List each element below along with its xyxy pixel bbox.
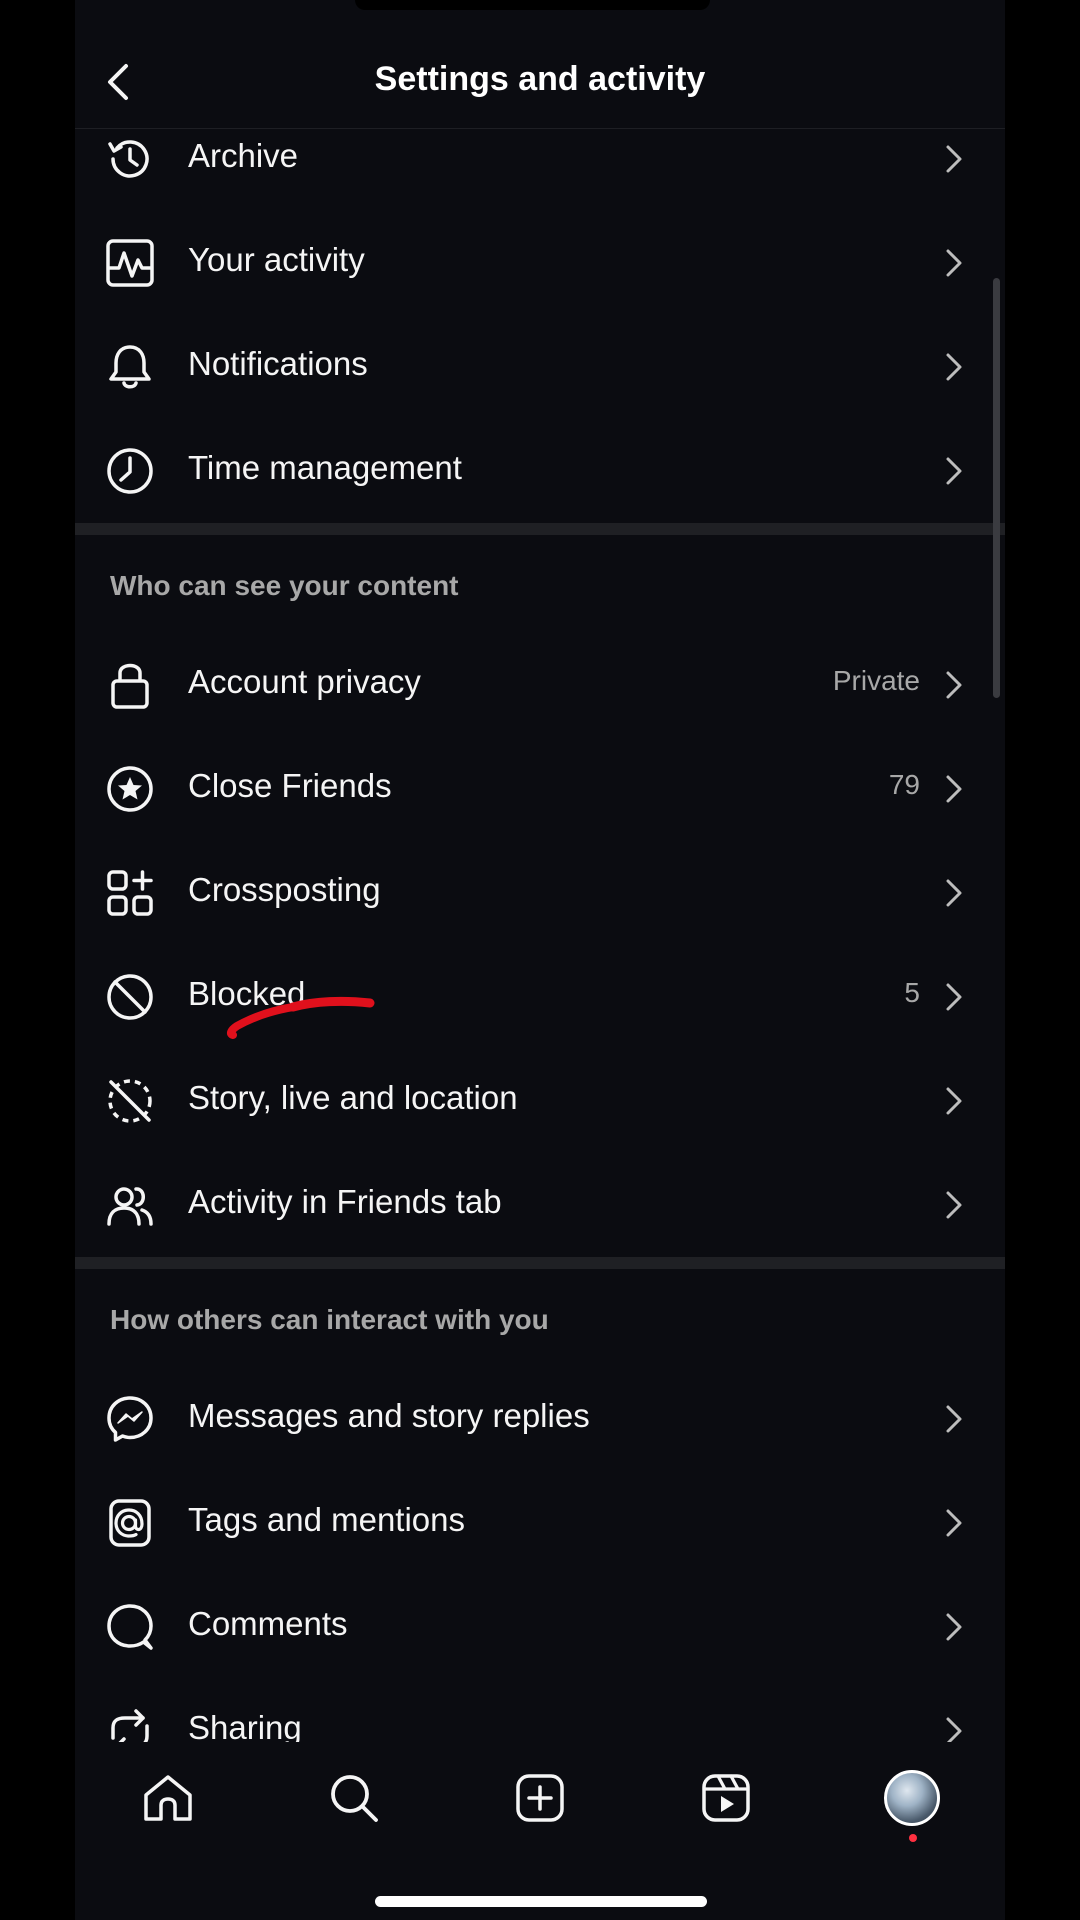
row-story-live-location[interactable]: Story, live and location — [75, 1049, 1005, 1153]
tab-reels[interactable] — [696, 1768, 756, 1828]
chevron-right-icon — [946, 457, 962, 485]
crosspost-icon — [105, 868, 155, 918]
row-label: Messages and story replies — [188, 1397, 590, 1434]
chevron-right-icon — [946, 671, 962, 699]
phone-screen: Settings and activity Archive Your activ… — [75, 0, 1005, 1920]
chevron-right-icon — [946, 1405, 962, 1433]
row-label: Time management — [188, 449, 462, 486]
row-label: Your activity — [188, 241, 365, 278]
row-label: Comments — [188, 1605, 348, 1642]
row-label: Notifications — [188, 345, 368, 382]
blocked-icon — [105, 972, 155, 1022]
chevron-right-icon — [946, 1509, 962, 1537]
chevron-right-icon — [946, 1191, 962, 1219]
row-your-activity[interactable]: Your activity — [75, 211, 1005, 315]
chevron-right-icon — [946, 1613, 962, 1641]
page-title: Settings and activity — [374, 60, 706, 98]
row-label: Story, live and location — [188, 1079, 518, 1116]
chevron-right-icon — [946, 145, 962, 173]
row-blocked[interactable]: Blocked 5 — [75, 945, 1005, 1049]
notification-dot — [909, 1834, 917, 1842]
section-divider — [75, 1257, 1005, 1269]
row-value: 79 — [888, 769, 920, 800]
tab-profile[interactable] — [882, 1768, 942, 1828]
device-notch — [355, 0, 710, 10]
chevron-right-icon — [946, 983, 962, 1011]
row-tags-mentions[interactable]: Tags and mentions — [75, 1471, 1005, 1575]
chevron-right-icon — [946, 249, 962, 277]
lock-icon — [105, 660, 155, 710]
at-icon — [105, 1498, 155, 1548]
avatar — [884, 1770, 940, 1826]
scrollbar[interactable] — [993, 278, 1000, 698]
row-label: Archive — [188, 137, 299, 174]
activity-icon — [105, 238, 155, 288]
bell-icon — [105, 342, 155, 392]
row-messages-story-replies[interactable]: Messages and story replies — [75, 1367, 1005, 1471]
story-off-icon — [105, 1076, 155, 1126]
reels-icon — [702, 1774, 750, 1822]
chevron-right-icon — [946, 775, 962, 803]
search-icon — [331, 1775, 378, 1822]
tab-home[interactable] — [138, 1768, 198, 1828]
friends-icon — [105, 1180, 155, 1230]
tab-create[interactable] — [510, 1768, 570, 1828]
row-value: 5 — [904, 977, 920, 1008]
row-label: Close Friends — [188, 767, 392, 804]
row-activity-friends-tab[interactable]: Activity in Friends tab — [75, 1153, 1005, 1257]
home-icon — [144, 1775, 192, 1821]
section-title: Who can see your content — [110, 570, 459, 601]
row-account-privacy[interactable]: Account privacy Private — [75, 633, 1005, 737]
home-indicator[interactable] — [375, 1896, 707, 1907]
star-circle-icon — [105, 764, 155, 814]
row-label: Crossposting — [188, 871, 381, 908]
clock-icon — [105, 446, 155, 496]
chevron-right-icon — [946, 1087, 962, 1115]
row-label: Blocked — [188, 975, 306, 1012]
messenger-icon — [105, 1394, 155, 1444]
row-archive[interactable]: Archive — [75, 107, 1005, 211]
row-close-friends[interactable]: Close Friends 79 — [75, 737, 1005, 841]
chevron-right-icon — [946, 353, 962, 381]
comment-icon — [105, 1602, 155, 1652]
create-icon — [516, 1774, 564, 1822]
row-crossposting[interactable]: Crossposting — [75, 841, 1005, 945]
row-time-management[interactable]: Time management — [75, 419, 1005, 523]
row-label: Tags and mentions — [188, 1501, 466, 1538]
row-label: Activity in Friends tab — [188, 1183, 502, 1220]
archive-icon — [105, 134, 155, 184]
chevron-right-icon — [946, 879, 962, 907]
row-value: Private — [832, 665, 920, 696]
section-divider — [75, 523, 1005, 535]
row-comments[interactable]: Comments — [75, 1575, 1005, 1679]
row-notifications[interactable]: Notifications — [75, 315, 1005, 419]
bottom-tab-bar — [75, 1742, 1005, 1920]
row-label: Account privacy — [188, 663, 421, 700]
section-title: How others can interact with you — [110, 1304, 549, 1335]
tab-search[interactable] — [324, 1768, 384, 1828]
